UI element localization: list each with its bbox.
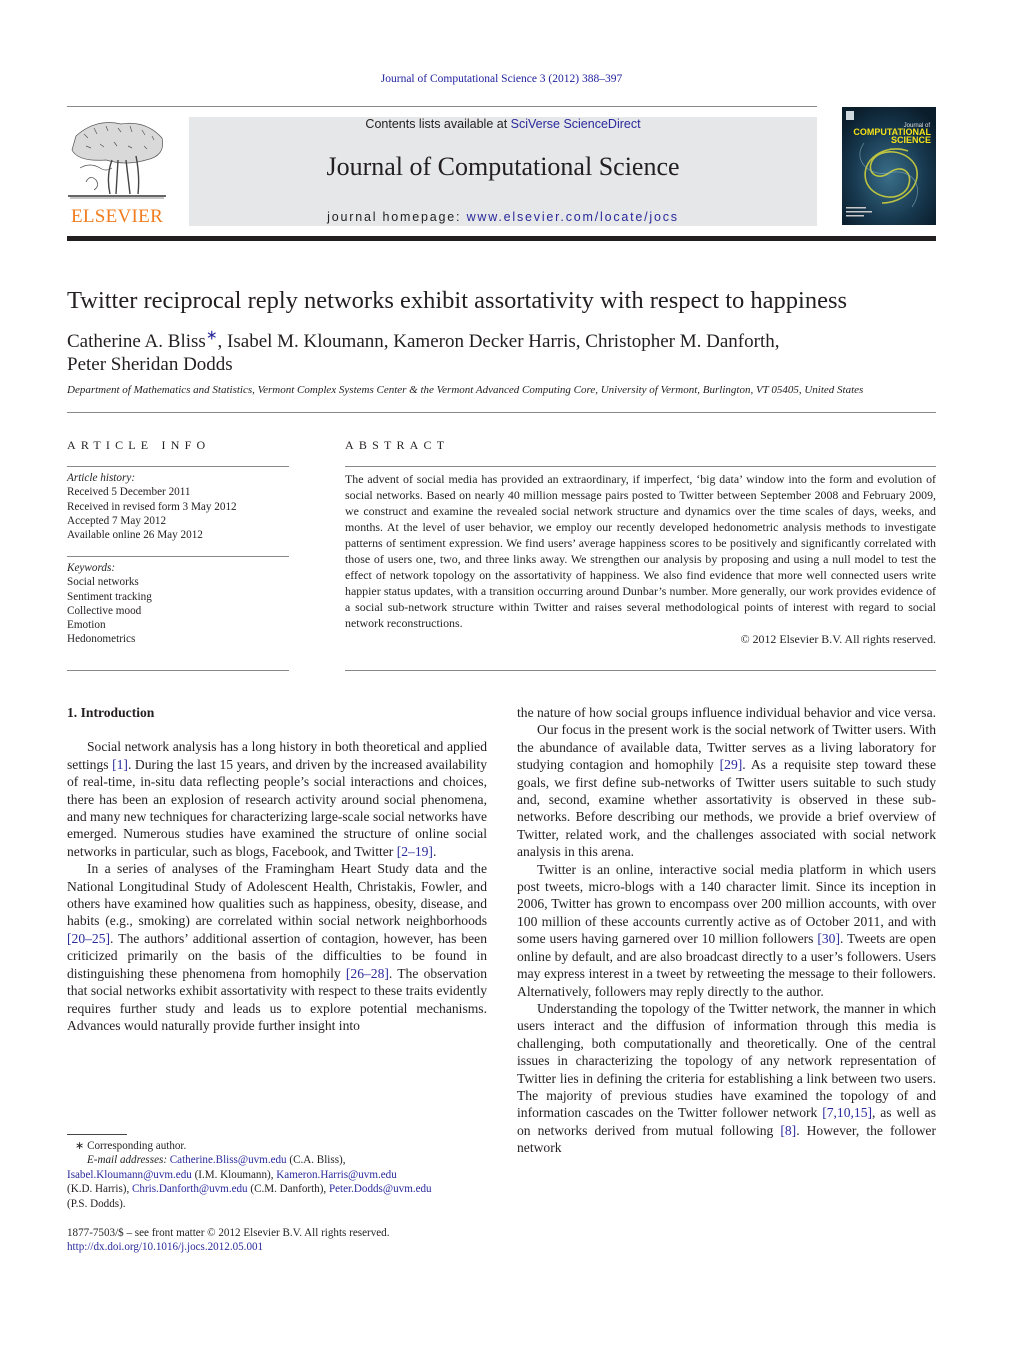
homepage-prefix: journal homepage: [327,210,467,224]
section-heading-introduction: 1. Introduction [67,705,155,720]
keywords: Keywords: Social networks Sentiment trac… [67,561,289,647]
article-info-rule-mid [67,556,289,557]
article-info-rule-bottom [67,670,289,671]
body-column-left: 1. Introduction Social network analysis … [67,704,487,1034]
author-list: Catherine A. Bliss∗, Isabel M. Kloumann,… [67,329,937,376]
header-rule [67,106,817,107]
cover-title-line2: SCIENCE [891,135,931,145]
abstract-rule-bottom [345,670,936,671]
citation-link[interactable]: [30] [817,931,840,946]
journal-title: Journal of Computational Science [326,152,680,181]
email-link-harris[interactable]: Kameron.Harris@uvm.edu [276,1169,397,1181]
author-dodds: Peter Sheridan Dodds [67,354,233,375]
spiral-galaxy-icon: Journal of COMPUTATIONAL SCIENCE [842,107,936,225]
contents-prefix: Contents lists available at [365,117,511,131]
journal-cover-image: Journal of COMPUTATIONAL SCIENCE [842,107,936,225]
affiliation: Department of Mathematics and Statistics… [67,384,864,396]
keywords-label: Keywords: [67,562,116,574]
masthead-bottom-rule [67,236,936,241]
article-info-heading: ARTICLE INFO [67,438,211,452]
abstract-heading: ABSTRACT [345,438,450,452]
keyword-item: Collective mood [67,604,142,617]
elsevier-wordmark: ELSEVIER [70,206,164,227]
paragraph-text: . [432,843,437,859]
intro-paragraph-3: Our focus in the present work is the soc… [517,721,936,860]
email-link-bliss[interactable]: Catherine.Bliss@uvm.edu [170,1154,287,1166]
corresponding-author-note: ∗ Corresponding author. [75,1140,187,1152]
email-owner: (C.A. Bliss), [286,1154,346,1167]
doi-link[interactable]: http://dx.doi.org/10.1016/j.jocs.2012.05… [67,1241,263,1253]
continued-paragraph: the nature of how social groups influenc… [517,705,937,720]
paragraph-text: . As a requisite step toward these goals… [517,757,936,860]
article-history: Article history: Received 5 December 201… [67,471,289,542]
issn-line: 1877-7503/$ – see front matter © 2012 El… [67,1227,390,1239]
journal-masthead: Contents lists available at SciVerse Sci… [189,117,817,226]
email-link-danforth[interactable]: Chris.Danforth@uvm.edu [132,1183,248,1195]
keyword-item: Hedonometrics [67,633,136,646]
citation-link[interactable]: [1] [112,757,128,772]
abstract-body: The advent of social media has provided … [345,471,936,647]
article-info-rule-top [67,466,289,467]
email-addresses: E-mail addresses: Catherine.Bliss@uvm.ed… [67,1153,487,1211]
running-head: Journal of Computational Science 3 (2012… [380,73,623,85]
co-authors: , Isabel M. Kloumann, Kameron Decker Har… [217,331,780,352]
citation-link[interactable]: [29] [720,757,743,772]
footnote-rule [67,1134,127,1135]
citation-link[interactable]: [7,10,15] [822,1105,872,1120]
sciencedirect-link[interactable]: SciVerse ScienceDirect [511,117,641,131]
history-received: Received 5 December 2011 [67,486,191,499]
citation-link[interactable]: [26–28] [346,966,389,981]
history-revised: Received in revised form 3 May 2012 [67,500,237,513]
intro-paragraph-5: Understanding the topology of the Twitte… [517,1000,936,1157]
email-owner: (I.M. Kloumann), [191,1168,277,1181]
body-column-right: the nature of how social groups influenc… [517,704,936,1157]
corresponding-author-marker[interactable]: ∗ [206,329,218,344]
author-bliss: Catherine A. Bliss [67,331,206,352]
email-link-dodds[interactable]: Peter.Dodds@uvm.edu [329,1183,432,1195]
keyword-item: Sentiment tracking [67,590,152,603]
tree-icon [68,122,166,199]
intro-paragraph-1: Social network analysis has a long histo… [67,738,487,860]
email-owner: (K.D. Harris), [67,1183,133,1196]
email-owner: (P.S. Dodds). [67,1197,126,1210]
journal-homepage-link[interactable]: www.elsevier.com/locate/jocs [467,210,679,224]
journal-homepage: journal homepage: www.elsevier.com/locat… [189,210,817,224]
email-link-kloumann[interactable]: Isabel.Kloumann@uvm.edu [67,1169,192,1181]
paragraph-text: In a series of analyses of the Framingha… [67,861,487,929]
article-history-label: Article history: [67,472,136,484]
abstract-rule-top [345,466,936,467]
history-online: Available online 26 May 2012 [67,529,203,542]
history-accepted: Accepted 7 May 2012 [67,514,167,527]
citation-link[interactable]: [2–19] [397,844,433,859]
keyword-item: Emotion [67,619,106,632]
abstract-text: The advent of social media has provided … [345,472,936,630]
contents-availability: Contents lists available at SciVerse Sci… [189,117,817,131]
paragraph-text: Understanding the topology of the Twitte… [517,1000,936,1121]
abstract-copyright: © 2012 Elsevier B.V. All rights reserved… [740,632,936,646]
email-owner: (C.M. Danforth), [247,1183,329,1196]
intro-paragraph-2: In a series of analyses of the Framingha… [67,860,487,1034]
keyword-item: Social networks [67,576,139,589]
front-matter: 1877-7503/$ – see front matter © 2012 El… [67,1226,487,1255]
intro-paragraph-4: Twitter is an online, interactive social… [517,861,936,1000]
footnotes: ∗ Corresponding author. E-mail addresses… [67,1139,487,1211]
citation-link[interactable]: [8] [780,1123,796,1138]
citation-link[interactable]: [20–25] [67,931,110,946]
affiliation-rule [67,412,936,413]
email-label: E-mail addresses: [87,1154,170,1167]
article-title: Twitter reciprocal reply networks exhibi… [67,287,848,314]
